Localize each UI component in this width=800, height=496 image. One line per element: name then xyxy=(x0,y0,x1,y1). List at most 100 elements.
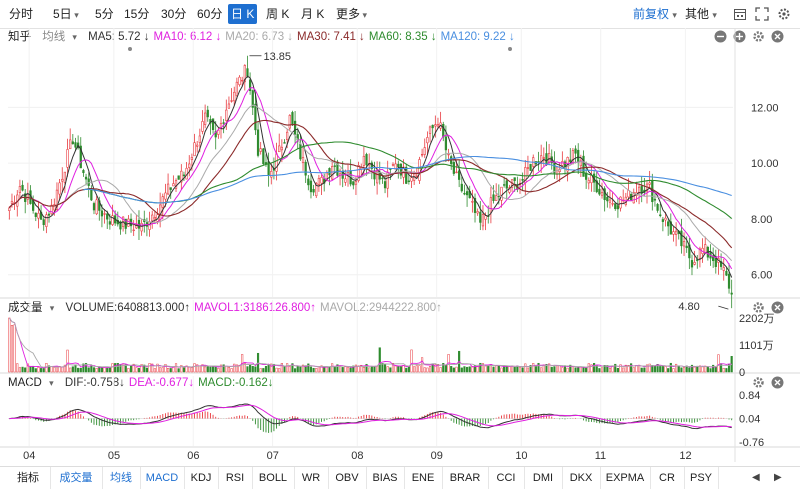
candle-body xyxy=(532,157,535,167)
macd-panel-controls xyxy=(752,376,792,392)
volume-bar xyxy=(129,365,133,373)
high-price-label: 13.85 xyxy=(263,51,291,63)
candle-body xyxy=(381,177,384,180)
indicator-tab[interactable]: 成交量 xyxy=(50,467,103,489)
add-icon[interactable] xyxy=(733,30,746,43)
indicator-tab[interactable]: CCI xyxy=(488,467,525,489)
candle-body xyxy=(315,183,318,197)
scroll-left-icon[interactable]: ◀ xyxy=(752,467,760,489)
indicator-tab[interactable]: CR xyxy=(650,467,685,489)
volume-bar xyxy=(256,352,260,373)
indicator-tab[interactable]: BRAR xyxy=(442,467,489,489)
volume-bar xyxy=(518,366,522,373)
volume-bar xyxy=(198,365,201,373)
volume-bar xyxy=(275,367,278,373)
indicator-tab[interactable]: MACD xyxy=(140,467,185,489)
candle-body xyxy=(595,180,598,193)
legend-item: MA30: 7.41 ↓ xyxy=(297,31,365,43)
volume-bar xyxy=(100,367,104,373)
scroll-right-icon[interactable]: ▶ xyxy=(774,467,782,489)
candle-body xyxy=(116,220,119,225)
volume-bar xyxy=(246,366,249,373)
volume-bar xyxy=(278,368,281,373)
volume-bar xyxy=(116,362,119,373)
period-tab[interactable]: 5分 xyxy=(92,4,117,24)
indicator-tab[interactable]: BOLL xyxy=(252,467,295,489)
candle-body xyxy=(696,259,699,262)
volume-bar xyxy=(373,365,376,373)
period-tab[interactable]: 30分 xyxy=(158,4,189,24)
volume-bar xyxy=(111,363,114,373)
close-icon[interactable] xyxy=(771,30,784,43)
period-tab[interactable]: 周 K xyxy=(263,4,292,24)
candle-body xyxy=(627,190,630,198)
calendar-icon[interactable] xyxy=(733,7,747,21)
volume-bar xyxy=(555,365,559,373)
collapse-icon[interactable] xyxy=(714,30,727,43)
candle-body xyxy=(227,103,231,109)
candle-body xyxy=(513,177,516,181)
candle-body xyxy=(82,170,85,174)
indicator-tab[interactable]: PSY xyxy=(684,467,719,489)
period-tab[interactable]: 15分 xyxy=(121,4,152,24)
indicator-tab[interactable]: ENE xyxy=(404,467,443,489)
candle-body xyxy=(360,167,363,170)
candle-body xyxy=(405,166,408,184)
indicator-tab[interactable]: RSI xyxy=(218,467,253,489)
volume-bar xyxy=(452,367,455,373)
volume-bar xyxy=(286,363,289,373)
candle-body xyxy=(235,81,238,96)
volume-bar xyxy=(688,367,691,373)
settings-icon[interactable] xyxy=(752,30,765,43)
other-dropdown[interactable]: 其他 ▾ xyxy=(685,4,717,24)
indicator-tab[interactable]: DKX xyxy=(562,467,601,489)
candle-body xyxy=(90,189,93,201)
volume-bar xyxy=(103,367,106,373)
macd-selector[interactable]: MACD ▾ xyxy=(8,377,61,389)
indicator-tab[interactable]: DMI xyxy=(524,467,563,489)
volume-bar xyxy=(616,368,619,373)
volume-bar xyxy=(315,368,318,373)
volume-bar xyxy=(720,363,723,373)
settings-icon[interactable] xyxy=(777,7,791,21)
candle-body xyxy=(214,131,217,138)
volume-bar xyxy=(566,367,569,373)
adjust-dropdown[interactable]: 前复权 ▾ xyxy=(633,4,677,24)
indicator-tab[interactable]: EXPMA xyxy=(600,467,651,489)
period-tab[interactable]: 5日 ▾ xyxy=(50,4,82,24)
period-tab[interactable]: 60分 xyxy=(194,4,225,24)
close-icon[interactable] xyxy=(771,376,784,389)
candle-body xyxy=(397,163,400,167)
indicator-tab[interactable]: KDJ xyxy=(184,467,219,489)
period-tab[interactable]: 日 K xyxy=(228,4,258,24)
period-tab[interactable]: 更多 ▾ xyxy=(333,4,370,24)
expand-icon[interactable] xyxy=(755,7,769,21)
indicator-tab[interactable]: 指标 xyxy=(6,467,51,489)
candle-body xyxy=(484,215,487,220)
settings-icon[interactable] xyxy=(752,376,765,389)
indicator-selector[interactable]: 均线 ▾ xyxy=(42,31,84,43)
volume-bar xyxy=(336,364,339,373)
ma-line xyxy=(8,75,733,278)
period-tab[interactable]: 分时 xyxy=(6,4,36,24)
indicator-tab[interactable]: OBV xyxy=(328,467,367,489)
volume-panel-name: 成交量 xyxy=(8,302,43,314)
indicator-tab[interactable]: BIAS xyxy=(366,467,405,489)
volume-bar xyxy=(323,366,326,373)
period-tab[interactable]: 月 K xyxy=(298,4,327,24)
candle-body xyxy=(577,149,580,163)
volume-bar xyxy=(563,365,567,373)
candle-body xyxy=(542,157,545,159)
volume-bar xyxy=(344,366,347,373)
candle-body xyxy=(55,189,59,210)
candle-body xyxy=(415,175,418,178)
volume-bar xyxy=(643,367,646,373)
settings-icon[interactable] xyxy=(752,301,765,314)
volume-bar xyxy=(442,363,445,373)
close-icon[interactable] xyxy=(771,301,784,314)
candle-body xyxy=(587,180,590,184)
indicator-tab[interactable]: 均线 xyxy=(102,467,141,489)
indicator-tab[interactable]: WR xyxy=(294,467,329,489)
volume-bar xyxy=(108,366,111,373)
volume-selector[interactable]: 成交量 ▾ xyxy=(8,302,61,314)
